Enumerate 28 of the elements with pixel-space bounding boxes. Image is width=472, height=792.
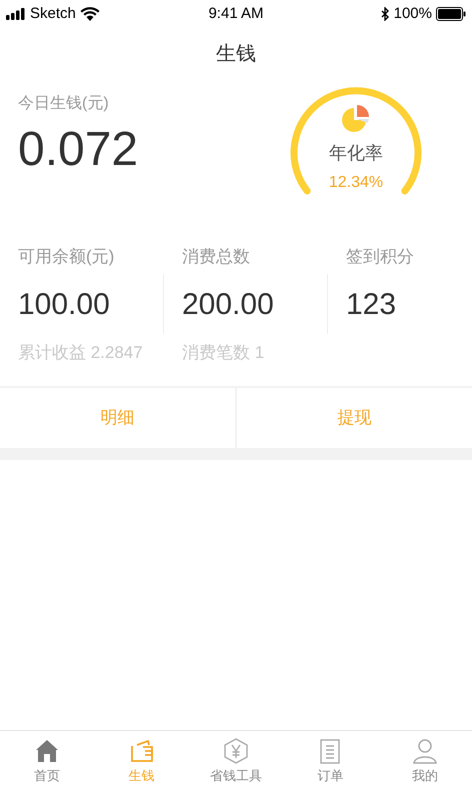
- tab-bar-item[interactable]: 首页: [0, 738, 94, 786]
- battery-icon: [436, 7, 466, 21]
- wallet-icon: [128, 738, 155, 764]
- stat-label: 可用余额(元): [18, 246, 114, 268]
- pie-chart-icon: [340, 104, 372, 134]
- carrier-name: Sketch: [30, 4, 76, 24]
- wifi-icon: [80, 7, 100, 21]
- page-title: 生钱: [216, 42, 256, 67]
- stat-value: 123: [346, 286, 396, 322]
- home-icon: [34, 738, 60, 764]
- yen-hexagon-icon: [223, 738, 250, 764]
- stat-value: 100.00: [18, 286, 110, 322]
- status-time: 9:41 AM: [208, 4, 264, 24]
- today-earnings-value: 0.072: [18, 122, 138, 178]
- stat-value: 200.00: [182, 286, 274, 322]
- battery-percent: 100%: [394, 4, 432, 24]
- annual-rate-value: 12.34%: [328, 173, 384, 193]
- tab-bar-item[interactable]: 订单: [283, 738, 378, 786]
- bluetooth-icon: [380, 7, 390, 21]
- today-earnings-label: 今日生钱(元): [18, 94, 109, 114]
- annual-rate-label: 年化率: [329, 142, 383, 165]
- user-icon: [412, 738, 438, 764]
- stat-label: 消费总数: [182, 246, 250, 268]
- stat-label: 签到积分: [346, 246, 414, 268]
- signal-icon: [6, 8, 26, 20]
- tab-bar-item[interactable]: 我的: [378, 738, 472, 786]
- tab-bar-item[interactable]: 生钱: [94, 738, 189, 786]
- tab-bar-item[interactable]: 省钱工具: [188, 738, 284, 786]
